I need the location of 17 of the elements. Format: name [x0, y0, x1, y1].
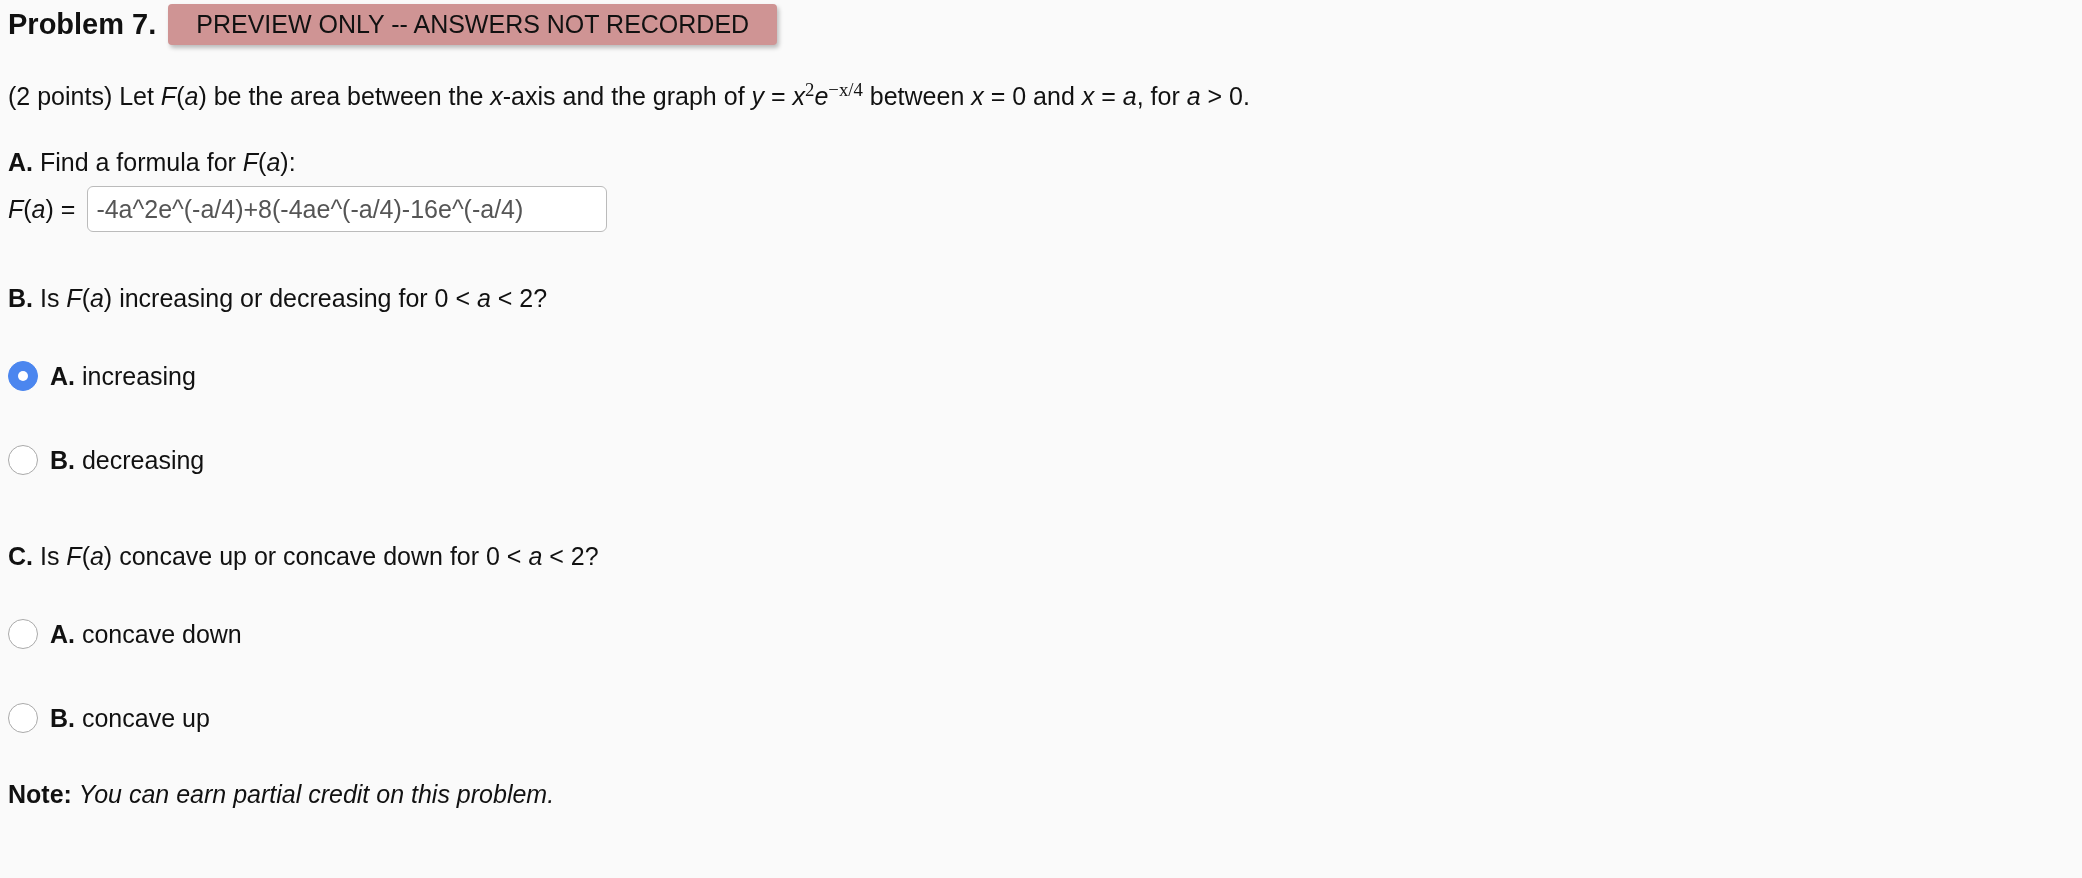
option-label: A. increasing	[50, 361, 196, 393]
option-label: B. decreasing	[50, 445, 205, 477]
preview-banner: PREVIEW ONLY -- ANSWERS NOT RECORDED	[168, 3, 778, 45]
radio-button[interactable]	[8, 703, 38, 734]
question-prompt: B. Is F(a) increasing or decreasing for 0 < a < 2?	[8, 283, 549, 315]
question-prompt: A. Find a formula for F(a):	[8, 147, 297, 179]
option-label: B. concave up	[50, 703, 210, 735]
note-text: Note: You can earn partial credit on this problem.	[8, 779, 556, 811]
radio-button[interactable]	[8, 361, 38, 392]
radio-button[interactable]	[8, 619, 38, 650]
answer-field[interactable]: -4a^2e^(-a/4)+8(-4ae^(-a/4)-16e^(-a/4)	[87, 186, 608, 233]
question-prompt: C. Is F(a) concave up or concave down for 0 < a < 2?	[8, 541, 600, 573]
problem-statement: (2 points) Let F(a) be the area between the x-axis and the graph of y = x$^{2}$e$^{−x/4}$ between x = 0 and x = a, for a > 0.	[8, 78, 1251, 113]
problem-title: Problem 7.	[8, 7, 157, 41]
radio-button[interactable]	[8, 445, 38, 476]
formula-label: F(a) =	[8, 194, 76, 226]
option-label: A. concave down	[50, 619, 242, 651]
